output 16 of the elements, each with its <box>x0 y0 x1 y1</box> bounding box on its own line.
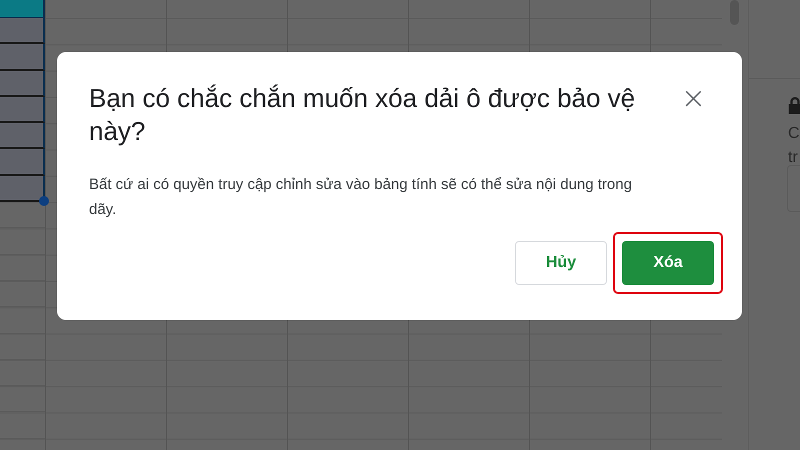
dialog-title: Bạn có chắc chắn muốn xóa dải ô được bảo vệ này? <box>89 82 636 148</box>
sheet-cell[interactable] <box>0 44 45 71</box>
sheet-cell[interactable] <box>0 123 45 150</box>
delete-button[interactable]: Xóa <box>622 241 714 285</box>
panel-text: tr <box>788 148 799 168</box>
sheet-cell[interactable] <box>0 70 45 97</box>
cancel-button[interactable]: Hủy <box>515 241 607 285</box>
sheet-cell[interactable] <box>0 18 45 44</box>
sheet-cell[interactable] <box>0 96 45 124</box>
selection-handle[interactable] <box>39 196 49 206</box>
lock-icon <box>787 97 800 114</box>
dialog-message: Bất cứ ai có quyền truy cập chỉnh sửa vào bảng tính sẽ có thể sửa nội dung trong dãy. <box>89 175 633 220</box>
panel-text: C <box>788 124 800 144</box>
close-button[interactable]: × <box>676 84 710 114</box>
sheet-cell[interactable] <box>0 0 45 18</box>
sheet-cell[interactable] <box>0 149 45 176</box>
